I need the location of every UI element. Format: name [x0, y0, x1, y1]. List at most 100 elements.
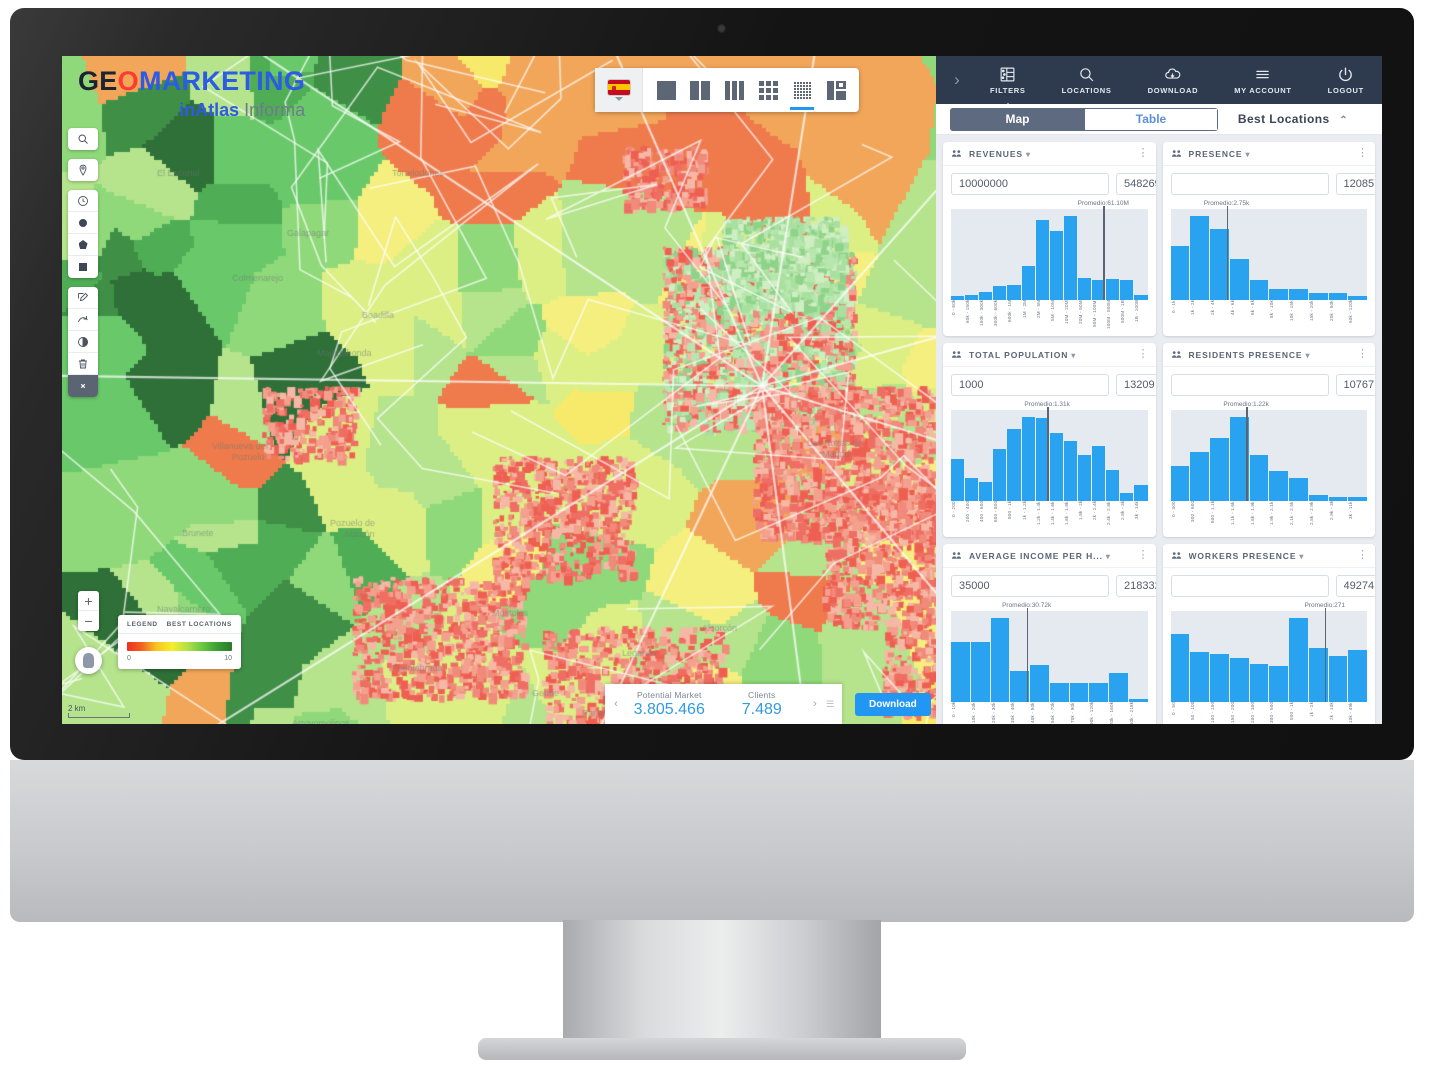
chevron-down-icon[interactable]: ▾ [1026, 150, 1031, 159]
min-value-input[interactable] [951, 575, 1109, 597]
tab-table[interactable]: Table [1084, 107, 1218, 131]
histogram-bar[interactable] [1089, 682, 1108, 702]
histogram-bar[interactable] [1269, 289, 1288, 300]
histogram-bar[interactable] [1210, 654, 1229, 702]
histogram-bar[interactable] [1210, 437, 1229, 501]
min-value-input[interactable] [1170, 374, 1329, 396]
card-menu-icon[interactable]: ⋮ [1138, 349, 1149, 360]
histogram-bar[interactable] [1328, 292, 1348, 300]
histogram-bar[interactable] [1106, 278, 1120, 300]
histogram-bar[interactable] [1229, 658, 1249, 702]
histogram-bar[interactable] [1049, 433, 1063, 501]
max-value-input[interactable] [1116, 374, 1156, 396]
card-menu-icon[interactable]: ⋮ [1357, 349, 1368, 360]
nav-item-my-account[interactable]: MY ACCOUNT [1230, 65, 1295, 95]
histogram-bar[interactable] [1308, 292, 1328, 300]
language-selector[interactable] [595, 68, 643, 112]
histogram-bar[interactable] [1190, 451, 1209, 501]
trash-icon[interactable] [68, 353, 98, 375]
nav-item-locations[interactable]: LOCATIONS [1058, 65, 1116, 95]
histogram-bar[interactable] [1269, 666, 1288, 702]
chevron-down-icon[interactable]: ▾ [1071, 351, 1076, 360]
histogram-bar[interactable] [1007, 429, 1021, 501]
histogram-bar[interactable] [1021, 417, 1035, 501]
edit-icon[interactable] [68, 287, 98, 309]
chevron-down-icon[interactable]: ▾ [1106, 552, 1111, 561]
histogram-bar[interactable] [1289, 289, 1308, 300]
min-value-input[interactable] [1170, 173, 1329, 195]
download-button[interactable]: Download [855, 693, 931, 716]
histogram-bar[interactable] [1348, 650, 1367, 702]
nav-item-download[interactable]: DOWNLOAD [1144, 65, 1203, 95]
histogram-bar[interactable] [1092, 446, 1106, 501]
stats-next-button[interactable]: › [808, 698, 822, 710]
histogram-bar[interactable] [1077, 277, 1092, 300]
histogram-bar[interactable] [1077, 455, 1092, 501]
histogram-bar[interactable] [1170, 246, 1190, 300]
histogram-bar[interactable] [1289, 478, 1308, 501]
place-marker-icon[interactable] [68, 159, 98, 181]
card-menu-icon[interactable]: ⋮ [1138, 148, 1149, 159]
histogram-bar[interactable] [993, 449, 1007, 501]
histogram-bar[interactable] [1120, 493, 1134, 501]
histogram-bar[interactable] [1049, 682, 1069, 702]
card-menu-icon[interactable]: ⋮ [1357, 550, 1368, 561]
tab-map[interactable]: Map [950, 107, 1084, 131]
histogram-bar[interactable] [1030, 665, 1049, 702]
undo-icon[interactable] [68, 309, 98, 331]
histogram-bar[interactable] [1289, 618, 1308, 702]
chevron-down-icon[interactable]: ▾ [1299, 552, 1304, 561]
histogram-bar[interactable] [1190, 216, 1209, 300]
histogram-bar[interactable] [1170, 465, 1190, 501]
histogram-bar[interactable] [1063, 216, 1077, 300]
histogram-bar[interactable] [1249, 455, 1269, 501]
histogram-bar[interactable] [1120, 279, 1134, 300]
rectangle-select-icon[interactable] [68, 256, 98, 278]
histogram-bar[interactable] [1049, 230, 1063, 300]
max-value-input[interactable] [1116, 173, 1156, 195]
layout-mixed-button[interactable] [819, 68, 853, 112]
histogram-bar[interactable] [965, 478, 979, 501]
histogram-bar[interactable] [1069, 682, 1089, 702]
card-menu-icon[interactable]: ⋮ [1357, 148, 1368, 159]
min-value-input[interactable] [1170, 575, 1329, 597]
max-value-input[interactable] [1335, 575, 1375, 597]
histogram-bar[interactable] [1063, 441, 1077, 501]
min-value-input[interactable] [951, 173, 1109, 195]
panel-collapse-button[interactable]: › [942, 70, 972, 90]
histogram-bar[interactable] [1134, 485, 1148, 501]
contrast-icon[interactable] [68, 331, 98, 353]
layout-fine-grid-button[interactable] [785, 68, 819, 112]
histogram-bar[interactable] [1328, 656, 1348, 702]
nav-item-logout[interactable]: LOGOUT [1324, 65, 1368, 95]
histogram-bar[interactable] [951, 641, 970, 702]
search-icon[interactable] [68, 128, 98, 150]
min-value-input[interactable] [951, 374, 1109, 396]
layout-grid-9-button[interactable] [751, 68, 785, 112]
histogram-bar[interactable] [1109, 672, 1128, 702]
histogram-bar[interactable] [1249, 664, 1269, 702]
histogram-bar[interactable] [1269, 471, 1288, 501]
histogram-bar[interactable] [1106, 470, 1120, 501]
close-icon[interactable] [68, 375, 98, 397]
histogram-bar[interactable] [979, 291, 993, 300]
histogram-bar[interactable] [1249, 279, 1269, 300]
max-value-input[interactable] [1335, 374, 1375, 396]
clock-radius-icon[interactable] [68, 190, 98, 212]
layers-icon[interactable]: ☰ [822, 699, 838, 710]
max-value-input[interactable] [1116, 575, 1156, 597]
histogram-bar[interactable] [1190, 652, 1209, 702]
histogram-bar[interactable] [979, 482, 993, 501]
layout-three-columns-button[interactable] [717, 68, 751, 112]
chevron-down-icon[interactable]: ▾ [1245, 150, 1250, 159]
layout-two-columns-button[interactable] [683, 68, 717, 112]
stats-prev-button[interactable]: ‹ [609, 698, 623, 710]
histogram-bar[interactable] [1170, 634, 1190, 702]
histogram-bar[interactable] [951, 459, 965, 501]
card-menu-icon[interactable]: ⋮ [1138, 550, 1149, 561]
zoom-out-button[interactable]: − [78, 611, 99, 631]
street-view-pegman[interactable] [75, 647, 102, 674]
histogram-bar[interactable] [1021, 266, 1035, 300]
zoom-in-button[interactable]: + [78, 591, 99, 611]
polygon-select-icon[interactable] [68, 234, 98, 256]
